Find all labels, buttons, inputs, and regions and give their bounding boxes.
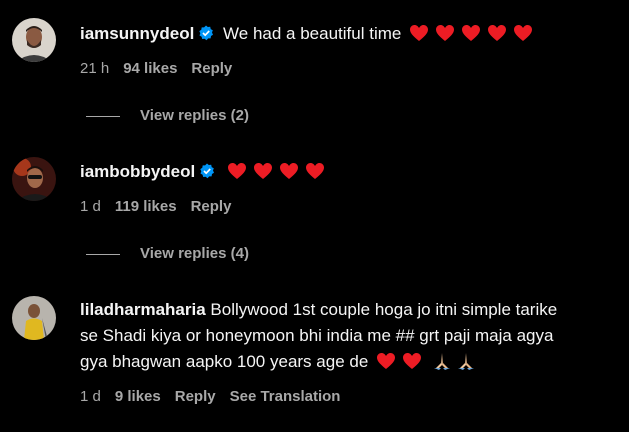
reply-button[interactable]: Reply bbox=[175, 388, 216, 405]
likes-count[interactable]: 9 likes bbox=[115, 388, 161, 405]
red-heart-icon bbox=[436, 25, 455, 41]
hearts bbox=[409, 24, 539, 50]
reply-button[interactable]: Reply bbox=[191, 60, 232, 77]
red-heart-icon bbox=[410, 25, 429, 41]
avatar[interactable] bbox=[12, 296, 56, 340]
username[interactable]: iamsunnydeol bbox=[80, 24, 194, 43]
view-replies-button[interactable]: View replies (4) bbox=[86, 244, 249, 264]
divider bbox=[86, 115, 120, 117]
timestamp: 21 h bbox=[80, 60, 110, 77]
view-replies-label: View replies (2) bbox=[140, 107, 249, 124]
folded-hands-icon bbox=[434, 353, 451, 370]
red-heart-icon bbox=[253, 163, 272, 179]
username[interactable]: liladharmaharia bbox=[80, 300, 206, 319]
view-replies-button[interactable]: View replies (2) bbox=[86, 106, 249, 126]
timestamp: 1 d bbox=[80, 198, 101, 215]
comment-meta: 1 d 9 likes Reply See Translation bbox=[80, 387, 623, 407]
folded-hands-icon bbox=[458, 353, 475, 370]
username[interactable]: iambobbydeol bbox=[80, 162, 195, 181]
comment-text: We had a beautiful time bbox=[223, 24, 402, 43]
red-heart-icon bbox=[305, 163, 324, 179]
timestamp: 1 d bbox=[80, 388, 101, 405]
red-heart-icon bbox=[462, 25, 481, 41]
red-heart-icon bbox=[227, 163, 246, 179]
red-heart-icon bbox=[514, 25, 533, 41]
view-replies-label: View replies (4) bbox=[140, 245, 249, 262]
comment-text-line-1: Bollywood 1st couple hoga jo itni simple… bbox=[210, 300, 558, 319]
hearts bbox=[376, 352, 428, 378]
red-heart-icon bbox=[377, 353, 396, 369]
hearts bbox=[227, 162, 331, 188]
red-heart-icon bbox=[403, 353, 422, 369]
comment-text-line-3: gya bhagwan aapko 100 years age de bbox=[80, 352, 369, 371]
verified-badge-icon bbox=[200, 163, 215, 179]
likes-count[interactable]: 119 likes bbox=[115, 198, 177, 215]
comment-meta: 21 h 94 likes Reply bbox=[80, 59, 623, 79]
avatar[interactable] bbox=[12, 157, 56, 201]
comment-text: liladharmaharia Bollywood 1st couple hog… bbox=[80, 297, 623, 323]
likes-count[interactable]: 94 likes bbox=[123, 60, 177, 77]
reply-button[interactable]: Reply bbox=[191, 198, 232, 215]
divider bbox=[86, 253, 120, 255]
comment-text-line-2: se Shadi kiya or honeymoon bhi india me … bbox=[80, 326, 554, 345]
red-heart-icon bbox=[488, 25, 507, 41]
see-translation-button[interactable]: See Translation bbox=[230, 388, 341, 405]
avatar[interactable] bbox=[12, 18, 56, 62]
red-heart-icon bbox=[279, 163, 298, 179]
comment-meta: 1 d 119 likes Reply bbox=[80, 197, 623, 217]
verified-badge-icon bbox=[199, 25, 214, 41]
